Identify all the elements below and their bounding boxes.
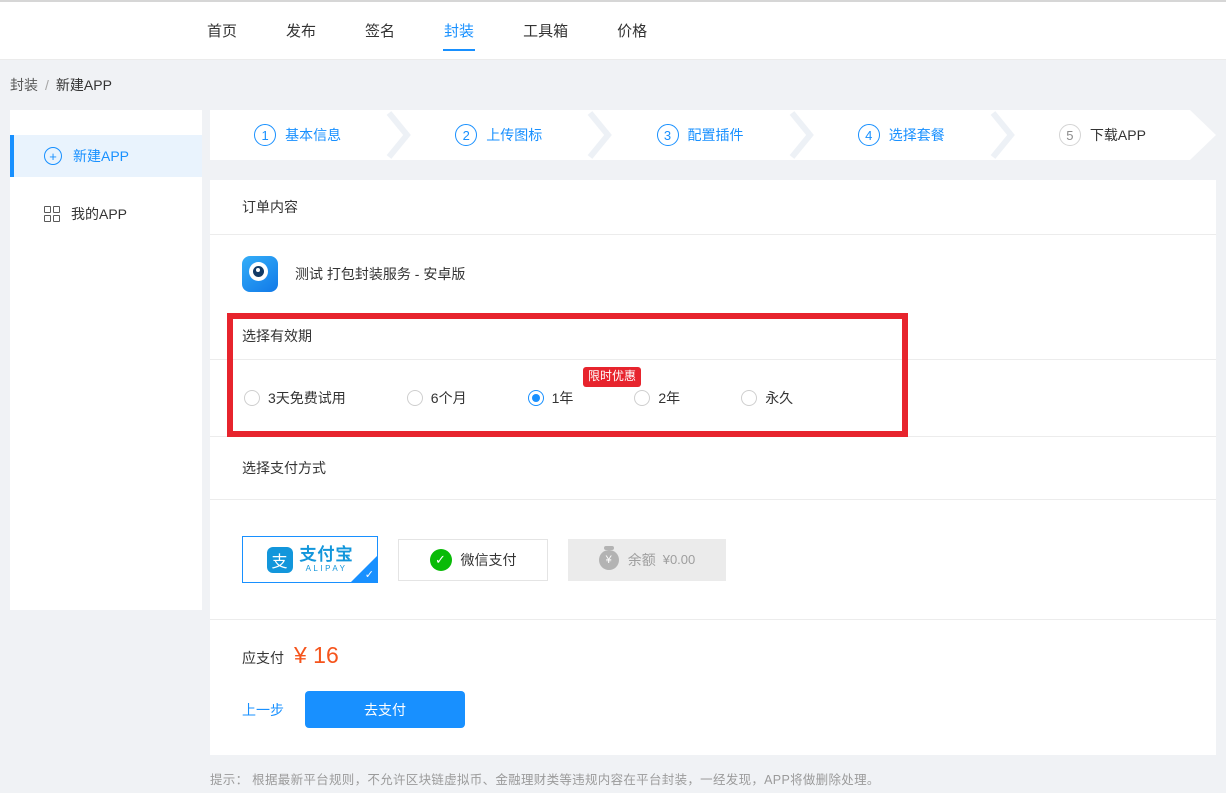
chevron-separator-icon <box>385 110 411 160</box>
radio-checked-icon <box>528 390 544 406</box>
order-app-row: 测试 打包封装服务 - 安卓版 <box>210 235 1216 313</box>
payment-method-balance[interactable]: ¥ 余额 ¥0.00 <box>568 539 726 581</box>
chevron-separator-icon <box>586 110 612 160</box>
radio-icon <box>244 390 260 406</box>
step-basic-info[interactable]: 1 基本信息 <box>210 124 385 146</box>
tab-package[interactable]: 封装 <box>444 20 474 41</box>
sidebar-item-my-app[interactable]: 我的APP <box>10 193 202 235</box>
tab-toolbox[interactable]: 工具箱 <box>523 20 568 41</box>
go-to-pay-button[interactable]: 去支付 <box>305 691 465 728</box>
step-number-badge: 3 <box>657 124 679 146</box>
action-row: 上一步 去支付 <box>210 691 1216 728</box>
step-number-badge: 4 <box>858 124 880 146</box>
amount-due-value: ¥ 16 <box>294 642 339 669</box>
validity-option-6-months[interactable]: 6个月 <box>407 388 467 408</box>
wechat-label: 微信支付 <box>461 550 517 570</box>
alipay-logo-icon: 支 <box>267 547 293 573</box>
previous-step-link[interactable]: 上一步 <box>242 700 284 720</box>
step-download-app[interactable]: 5 下载APP <box>1015 124 1190 146</box>
payment-section-title: 选择支付方式 <box>210 437 1216 500</box>
wechat-pay-icon: ✓ <box>430 549 452 571</box>
order-panel: 订单内容 测试 打包封装服务 - 安卓版 选择有效期 限时优惠 3天免费试用 6… <box>210 180 1216 755</box>
sidebar-item-new-app[interactable]: + 新建APP <box>10 135 202 177</box>
amount-due-label: 应支付 <box>242 648 284 668</box>
payment-methods-row: 支 支付宝 ALIPAY ✓ ✓ 微信支付 ¥ 余额 ¥0.00 <box>210 500 1216 620</box>
grid-icon <box>44 206 60 222</box>
breadcrumb: 封装 / 新建APP <box>0 60 1226 110</box>
sidebar-item-label: 我的APP <box>71 204 127 224</box>
balance-amount: ¥0.00 <box>663 552 696 567</box>
top-navigation: 首页 发布 签名 封装 工具箱 价格 <box>0 0 1226 60</box>
tab-signature[interactable]: 签名 <box>365 20 395 41</box>
step-label: 上传图标 <box>486 125 542 145</box>
chevron-separator-icon <box>788 110 814 160</box>
alipay-label: 支付宝 <box>300 546 354 563</box>
validity-options-row: 限时优惠 3天免费试用 6个月 1年 2年 <box>210 360 1216 437</box>
radio-icon <box>741 390 757 406</box>
step-label: 下载APP <box>1090 125 1146 145</box>
amount-due-row: 应支付 ¥ 16 <box>210 620 1216 669</box>
step-upload-icon[interactable]: 2 上传图标 <box>411 124 586 146</box>
platform-rule-tip: 提示： 根据最新平台规则，不允许区块链虚拟币、金融理财类等违规内容在平台封装，一… <box>210 769 1216 788</box>
step-label: 基本信息 <box>285 125 341 145</box>
step-number-badge: 2 <box>455 124 477 146</box>
app-icon <box>242 256 278 292</box>
order-content-title: 订单内容 <box>210 180 1216 235</box>
tab-pricing[interactable]: 价格 <box>617 20 647 41</box>
step-number-badge: 5 <box>1059 124 1081 146</box>
step-arrow-tip-icon <box>1190 110 1216 160</box>
step-number-badge: 1 <box>254 124 276 146</box>
step-label: 配置插件 <box>688 125 744 145</box>
tab-home[interactable]: 首页 <box>207 20 237 41</box>
step-configure-plugins[interactable]: 3 配置插件 <box>612 124 787 146</box>
step-select-plan[interactable]: 4 选择套餐 <box>814 124 989 146</box>
breadcrumb-separator: / <box>45 77 49 93</box>
radio-label: 永久 <box>765 388 793 408</box>
payment-method-wechat[interactable]: ✓ 微信支付 <box>398 539 548 581</box>
money-bag-icon: ¥ <box>599 550 619 570</box>
radio-icon <box>407 390 423 406</box>
payment-method-alipay[interactable]: 支 支付宝 ALIPAY ✓ <box>242 536 378 583</box>
breadcrumb-current: 新建APP <box>56 75 112 95</box>
radio-label: 1年 <box>552 388 574 408</box>
radio-icon <box>634 390 650 406</box>
sidebar-item-label: 新建APP <box>73 146 129 166</box>
radio-label: 3天免费试用 <box>268 388 346 408</box>
check-icon: ✓ <box>365 568 374 581</box>
step-label: 选择套餐 <box>889 125 945 145</box>
step-wizard: 1 基本信息 2 上传图标 3 配置插件 4 选择套餐 <box>210 110 1216 160</box>
limited-time-offer-badge: 限时优惠 <box>583 367 641 387</box>
tab-publish[interactable]: 发布 <box>286 20 316 41</box>
plus-circle-icon: + <box>44 147 62 165</box>
validity-option-1-year[interactable]: 1年 <box>528 388 574 408</box>
sidebar: + 新建APP 我的APP <box>10 110 202 610</box>
radio-label: 2年 <box>658 388 680 408</box>
chevron-separator-icon <box>989 110 1015 160</box>
validity-option-3day-trial[interactable]: 3天免费试用 <box>244 388 346 408</box>
radio-label: 6个月 <box>431 388 467 408</box>
alipay-sub-label: ALIPAY <box>306 565 348 573</box>
balance-label: 余额 <box>628 550 656 570</box>
breadcrumb-parent[interactable]: 封装 <box>10 75 38 95</box>
validity-option-forever[interactable]: 永久 <box>741 388 793 408</box>
app-name: 测试 打包封装服务 - 安卓版 <box>295 264 465 284</box>
validity-section-title: 选择有效期 <box>210 313 1216 360</box>
validity-option-2-years[interactable]: 2年 <box>634 388 680 408</box>
